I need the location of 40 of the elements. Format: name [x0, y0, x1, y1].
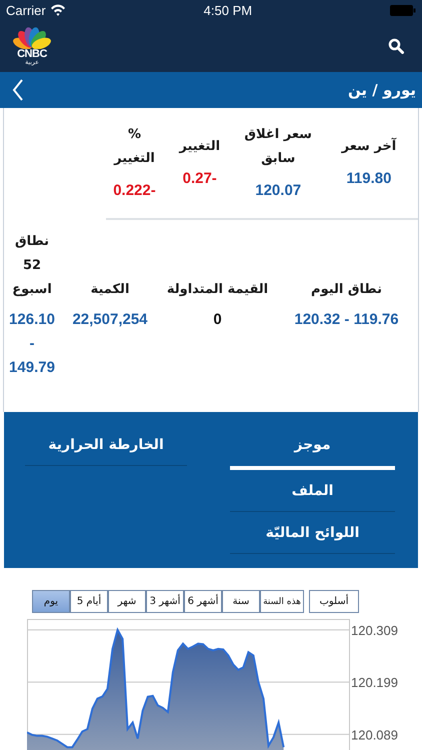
back-icon[interactable] — [12, 79, 24, 101]
stat-label: % التغيير — [112, 126, 156, 168]
stat-value: 120.07 — [255, 181, 302, 201]
axis-label: 120.309 — [351, 622, 398, 638]
stat-value: 22,507,254 — [72, 311, 148, 328]
stat-label: نطاق اليوم — [311, 282, 382, 297]
range-button[interactable]: هذه السنة — [260, 590, 304, 613]
range-button[interactable]: 6 أشهر — [184, 590, 222, 613]
logo-text: CNBC — [17, 48, 47, 58]
stat-value: 119.80 — [346, 169, 392, 189]
menu-tab[interactable]: الخارطة الحرارية — [25, 424, 187, 466]
menu-tab[interactable]: موجز — [230, 424, 395, 470]
stat-label: التغيير — [179, 138, 220, 156]
search-icon[interactable] — [388, 38, 404, 54]
range-button[interactable]: 5 أيام — [70, 590, 108, 613]
range-button[interactable]: سنة — [222, 590, 260, 613]
stat-value: 126.10 - 149.79 — [9, 310, 55, 378]
range-button[interactable]: يوم — [32, 590, 70, 613]
axis-label: 120.089 — [351, 727, 398, 742]
battery-icon — [390, 4, 416, 16]
range-button[interactable]: شهر — [108, 590, 146, 613]
carrier-label: Carrier — [6, 2, 46, 18]
stat-label: سعر اغلاق سابق — [243, 126, 313, 168]
axis-label: 120.199 — [351, 675, 398, 690]
stat-label: آخر سعر — [342, 136, 396, 156]
stat-value: 0.27- — [182, 169, 217, 189]
stat-value: 120.32 - 119.76 — [294, 311, 399, 328]
page-title: يورو / ين — [348, 81, 416, 99]
range-button[interactable]: 3 أشهر — [146, 590, 184, 613]
stat-label: الكمية — [90, 282, 130, 297]
menu-tab[interactable]: الملف — [230, 470, 395, 512]
status-time: 4:50 PM — [204, 2, 252, 18]
wifi-icon — [50, 4, 66, 16]
stat-label: نطاق 52 اسبوع — [12, 234, 52, 297]
peacock-icon — [10, 26, 54, 48]
style-button[interactable]: أسلوب — [309, 590, 359, 613]
menu-tab[interactable]: اللوائح الماليّة — [230, 512, 395, 554]
stat-value: 0 — [213, 311, 222, 328]
stat-label: القيمة المتداولة — [166, 282, 268, 297]
stat-value: 0.222- — [113, 181, 156, 201]
